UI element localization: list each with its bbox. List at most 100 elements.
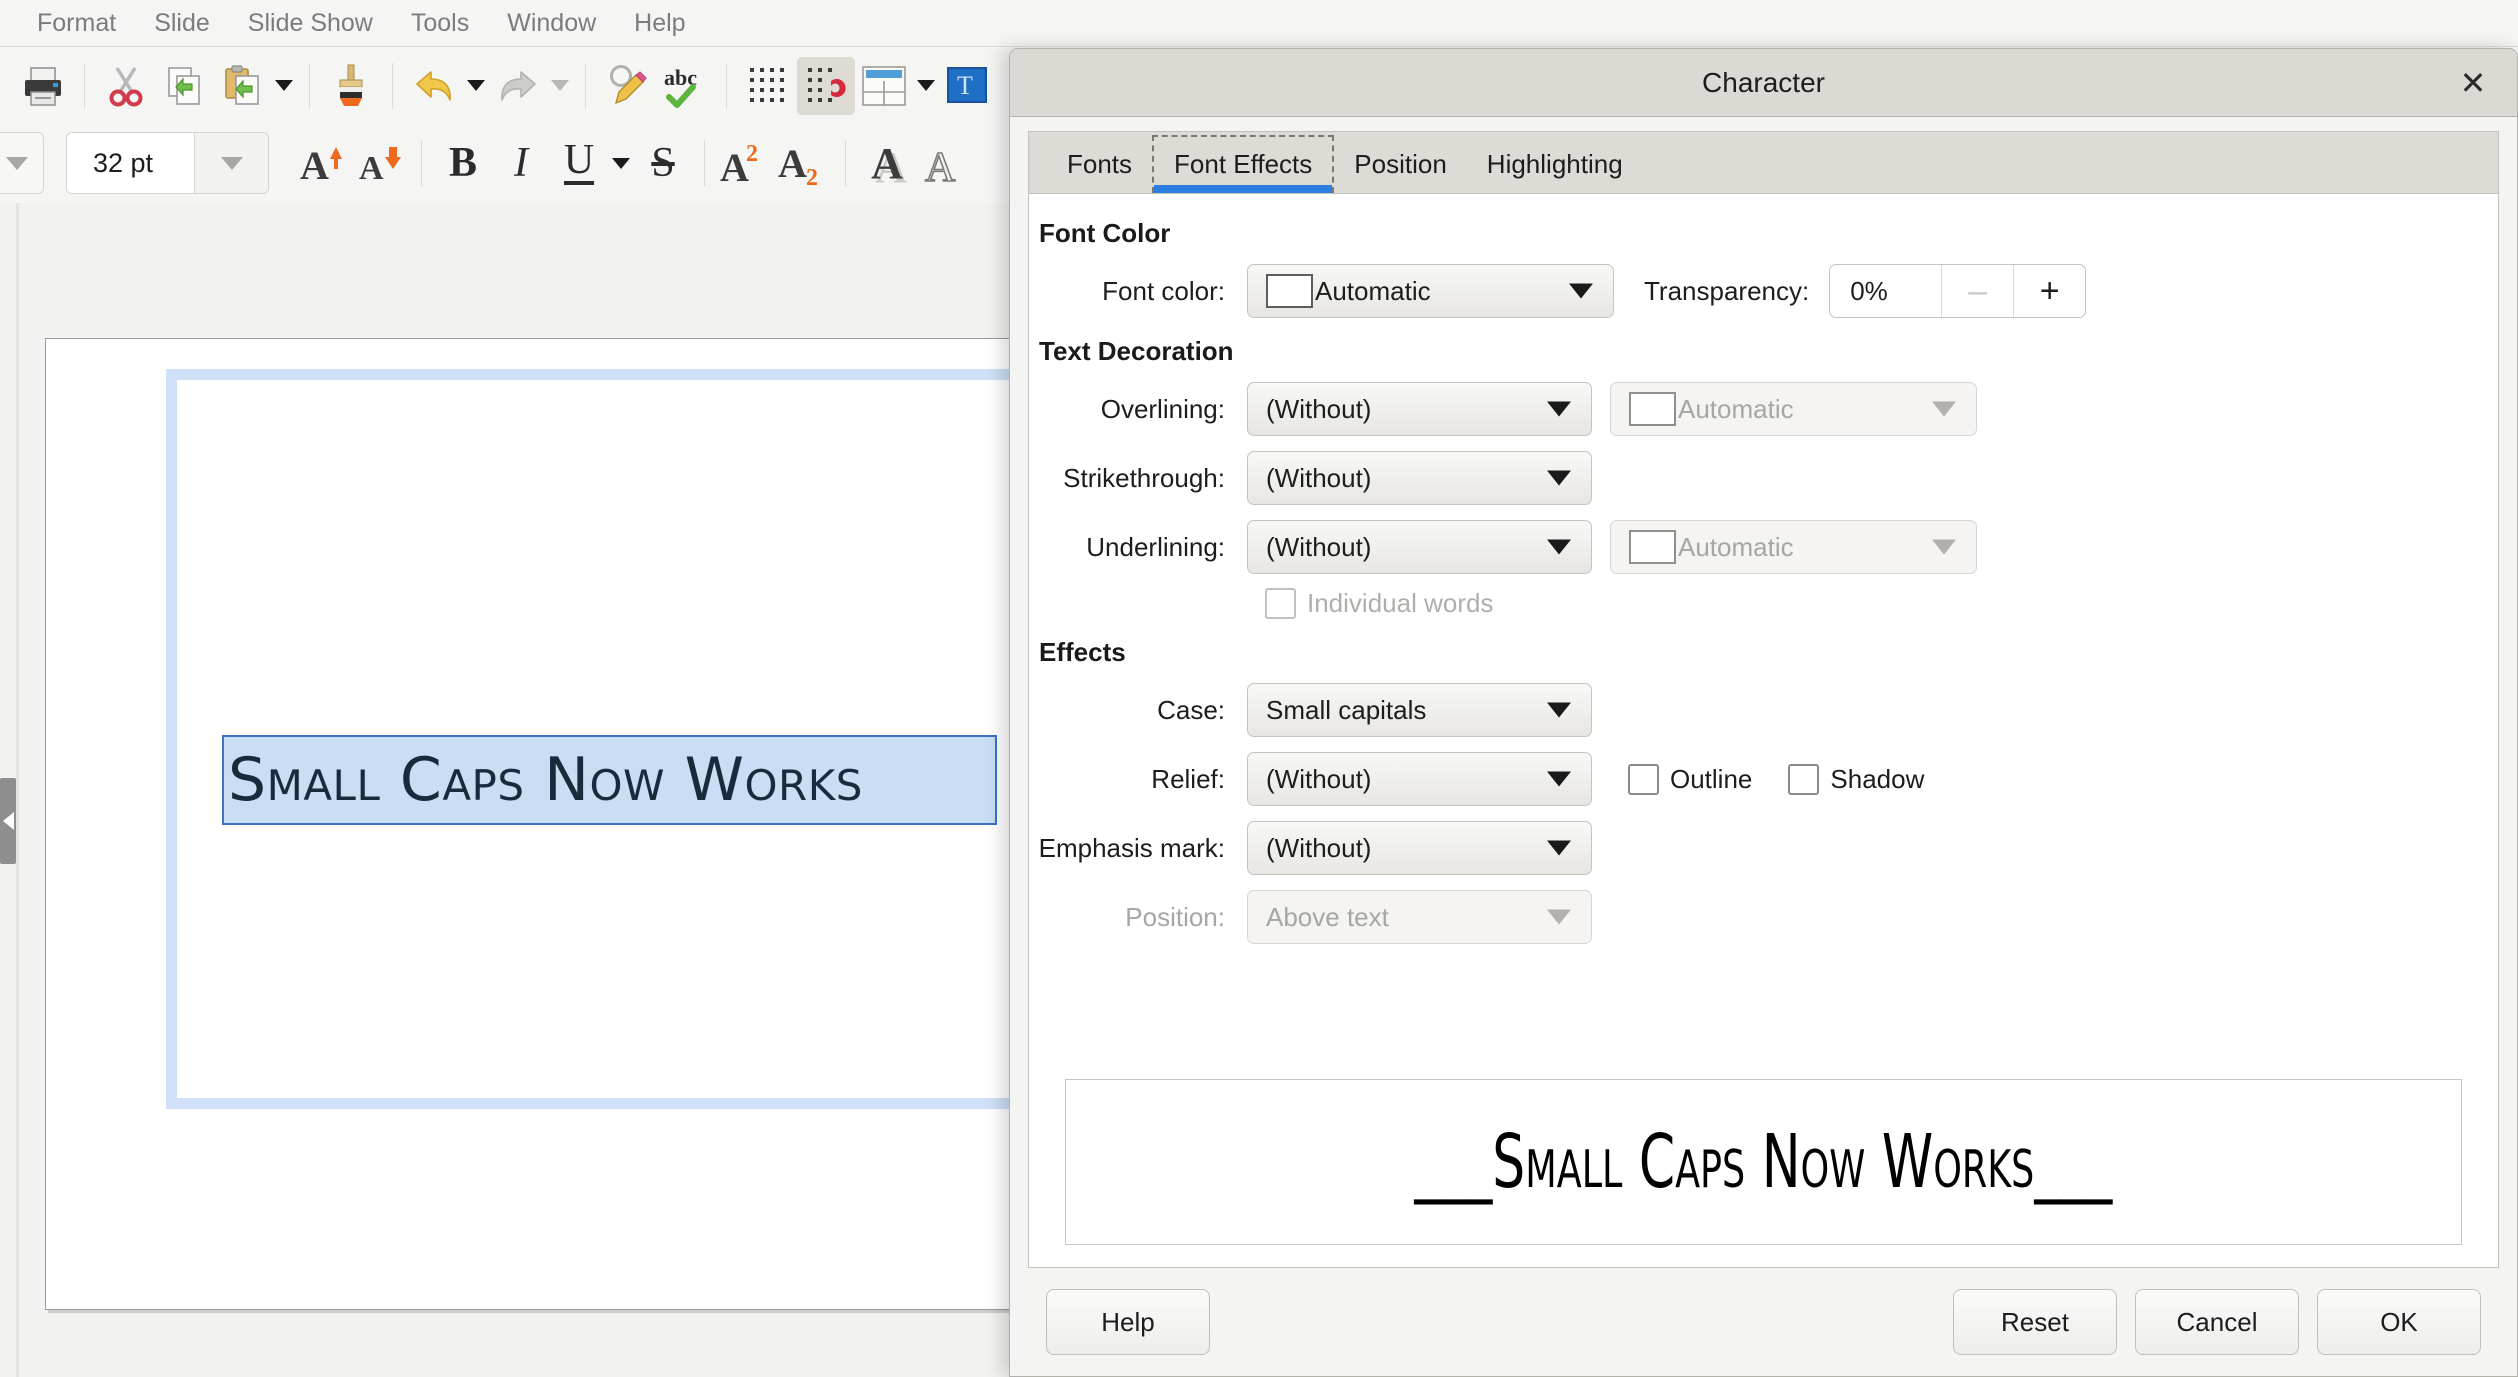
font-size-dropdown-caret-icon[interactable] [194, 133, 268, 193]
relief-row: Relief: (Without) Outline Shadow [1029, 752, 2498, 806]
strikethrough-row: Strikethrough: (Without) [1029, 451, 2498, 505]
close-icon[interactable]: ✕ [2455, 67, 2491, 99]
font-effects-panel: Font Color Font color: Automatic Transpa… [1028, 193, 2499, 1268]
menu-slide[interactable]: Slide [135, 0, 229, 47]
menu-help[interactable]: Help [615, 0, 704, 47]
case-label: Case: [1029, 695, 1247, 726]
insert-text-box-icon[interactable]: T [939, 57, 997, 115]
tab-highlighting[interactable]: Highlighting [1467, 135, 1643, 193]
relief-dropdown[interactable]: (Without) [1247, 752, 1592, 806]
menu-format[interactable]: Format [18, 0, 135, 47]
svg-text:A: A [359, 150, 384, 187]
shadow-label: Shadow [1830, 764, 1924, 795]
help-button[interactable]: Help [1046, 1289, 1210, 1355]
collapse-panel-handle[interactable] [0, 778, 16, 864]
font-name-dropdown[interactable] [0, 132, 44, 194]
svg-text:A: A [720, 145, 749, 187]
chevron-down-icon [1547, 540, 1571, 555]
emphasis-mark-label: Emphasis mark: [1029, 833, 1247, 864]
print-icon[interactable] [14, 57, 72, 115]
font-size-combobox[interactable]: 32 pt [66, 132, 269, 194]
menu-window[interactable]: Window [488, 0, 615, 47]
overlining-dropdown[interactable]: (Without) [1247, 382, 1592, 436]
relief-label: Relief: [1029, 764, 1247, 795]
transparency-value[interactable]: 0% [1830, 265, 1941, 317]
chevron-down-icon [1547, 772, 1571, 787]
strikethrough-icon[interactable]: S [634, 134, 692, 192]
outline-checkbox[interactable] [1628, 764, 1659, 795]
font-size-value[interactable]: 32 pt [67, 133, 194, 193]
chevron-left-icon [3, 812, 14, 830]
strikethrough-dropdown[interactable]: (Without) [1247, 451, 1592, 505]
underlining-row: Underlining: (Without) Automatic [1029, 520, 2498, 574]
find-replace-icon[interactable] [598, 57, 656, 115]
font-color-section-label: Font Color [1039, 218, 2498, 249]
bold-icon[interactable]: B [434, 134, 492, 192]
font-color-value: Automatic [1315, 276, 1431, 307]
insert-table-dropdown-caret-icon[interactable] [913, 57, 939, 115]
snap-to-grid-icon[interactable] [797, 57, 855, 115]
shadow-icon[interactable]: A [858, 134, 916, 192]
menu-tools[interactable]: Tools [392, 0, 488, 47]
emphasis-mark-row: Emphasis mark: (Without) [1029, 821, 2498, 875]
font-color-dropdown[interactable]: Automatic [1247, 264, 1614, 318]
transparency-increment-button[interactable]: + [2013, 265, 2085, 317]
undo-icon[interactable] [405, 57, 463, 115]
case-dropdown[interactable]: Small capitals [1247, 683, 1592, 737]
slide-canvas[interactable]: Small Caps Now Works [45, 338, 1045, 1310]
paste-icon[interactable] [213, 57, 271, 115]
tab-position[interactable]: Position [1334, 135, 1467, 193]
menu-slide-show[interactable]: Slide Show [229, 0, 392, 47]
transparency-decrement-button[interactable]: – [1941, 265, 2013, 317]
color-swatch-icon [1266, 274, 1313, 308]
transparency-stepper[interactable]: 0% – + [1829, 264, 2086, 318]
underline-dropdown-caret-icon[interactable] [608, 134, 634, 192]
paste-dropdown-caret-icon[interactable] [271, 57, 297, 115]
italic-icon[interactable]: I [492, 134, 550, 192]
spelling-icon[interactable]: abc [656, 57, 714, 115]
insert-table-icon[interactable] [855, 57, 913, 115]
dialog-tabs: Fonts Font Effects Position Highlighting [1028, 131, 2499, 193]
shadow-checkbox[interactable] [1788, 764, 1819, 795]
svg-text:2: 2 [806, 165, 818, 187]
dialog-footer: Help Reset Cancel OK [1010, 1268, 2517, 1376]
display-grid-icon[interactable] [739, 57, 797, 115]
redo-dropdown-caret-icon[interactable] [547, 57, 573, 115]
toolbar-separator [84, 63, 85, 109]
svg-text:2: 2 [746, 141, 758, 167]
panel-divider [16, 203, 19, 1377]
tab-fonts[interactable]: Fonts [1047, 135, 1152, 193]
underlining-color-value: Automatic [1678, 532, 1794, 563]
position-dropdown: Above text [1247, 890, 1592, 944]
outline-row: Outline [1628, 764, 1752, 795]
underlining-dropdown[interactable]: (Without) [1247, 520, 1592, 574]
cancel-button[interactable]: Cancel [2135, 1289, 2299, 1355]
undo-dropdown-caret-icon[interactable] [463, 57, 489, 115]
dialog-title: Character [1702, 67, 1825, 99]
clone-formatting-icon[interactable] [322, 57, 380, 115]
cut-icon[interactable] [97, 57, 155, 115]
toolbar-separator [421, 140, 422, 186]
increase-font-size-icon[interactable]: A [293, 134, 351, 192]
superscript-icon[interactable]: A 2 [717, 134, 775, 192]
redo-icon[interactable] [489, 57, 547, 115]
chevron-down-icon [1932, 402, 1956, 417]
decrease-font-size-icon[interactable]: A [351, 134, 409, 192]
toolbar-separator [392, 63, 393, 109]
underline-icon[interactable]: U [550, 134, 608, 192]
chevron-down-icon [1547, 703, 1571, 718]
preview-text: ___Small Caps Now Works___ [1415, 1119, 2113, 1205]
emphasis-mark-dropdown[interactable]: (Without) [1247, 821, 1592, 875]
ok-button[interactable]: OK [2317, 1289, 2481, 1355]
subscript-icon[interactable]: A 2 [775, 134, 833, 192]
reset-button[interactable]: Reset [1953, 1289, 2117, 1355]
overlining-color-dropdown: Automatic [1610, 382, 1977, 436]
case-row: Case: Small capitals [1029, 683, 2498, 737]
outline-icon[interactable]: A [916, 134, 974, 192]
transparency-label: Transparency: [1644, 276, 1809, 307]
selected-text-box[interactable]: Small Caps Now Works [222, 735, 997, 825]
copy-icon[interactable] [155, 57, 213, 115]
tab-font-effects[interactable]: Font Effects [1152, 135, 1334, 193]
menubar: Format Slide Slide Show Tools Window Hel… [0, 0, 2518, 47]
emphasis-mark-value: (Without) [1266, 833, 1371, 864]
